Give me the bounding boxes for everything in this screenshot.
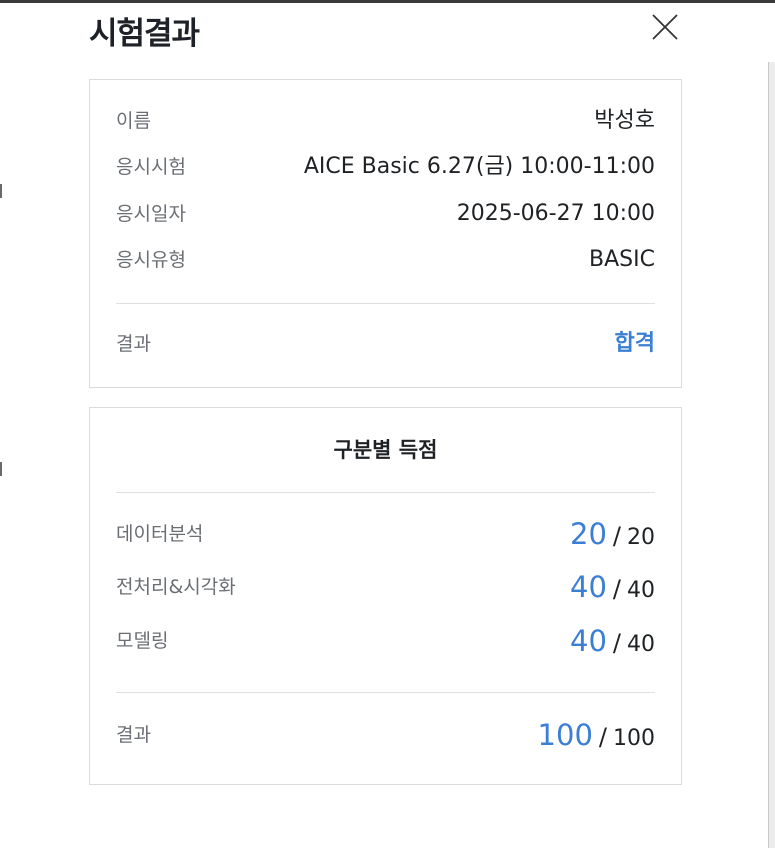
- total-score-value: 100/100: [538, 718, 655, 757]
- background-edge-mark: [0, 462, 2, 476]
- background-edge-mark: [0, 184, 2, 198]
- info-value: 박성호: [594, 108, 655, 133]
- scrollbar-track[interactable]: [768, 62, 775, 848]
- window-top-border: [0, 0, 775, 3]
- score-category-label: 데이터분석: [116, 523, 204, 545]
- score-value: 40/40: [570, 624, 655, 663]
- info-value: AICE Basic 6.27(금) 10:00-11:00: [303, 154, 655, 179]
- score-separator: /: [612, 629, 621, 657]
- divider: [116, 692, 655, 693]
- score-earned: 40: [570, 624, 607, 658]
- score-total-row: 결과 100/100: [116, 718, 655, 752]
- score-panel: 구분별 득점 데이터분석 20/20 전처리&시각화 40/40 모델링 40/…: [89, 407, 682, 785]
- score-value: 20/20: [570, 517, 655, 556]
- info-row-type: 응시유형 BASIC: [116, 245, 655, 275]
- score-section-title: 구분별 득점: [333, 438, 438, 462]
- score-row: 전처리&시각화 40/40: [116, 570, 655, 604]
- info-value: BASIC: [589, 247, 655, 272]
- score-row: 모델링 40/40: [116, 624, 655, 658]
- result-label: 결과: [116, 333, 151, 355]
- divider: [116, 303, 655, 304]
- info-row-result: 결과 합격: [116, 329, 655, 359]
- score-separator: /: [598, 723, 607, 751]
- exam-result-modal: 시험결과 이름 박성호 응시시험 AICE Basic 6.27(금) 10:0…: [0, 0, 775, 848]
- exam-info-panel: 이름 박성호 응시시험 AICE Basic 6.27(금) 10:00-11:…: [89, 79, 682, 388]
- info-row-exam: 응시시험 AICE Basic 6.27(금) 10:00-11:00: [116, 152, 655, 182]
- info-label: 이름: [116, 110, 151, 132]
- score-separator: /: [612, 575, 621, 603]
- modal-title: 시험결과: [89, 16, 200, 52]
- score-row: 데이터분석 20/20: [116, 517, 655, 551]
- score-separator: /: [612, 522, 621, 550]
- info-label: 응시시험: [116, 156, 186, 178]
- info-value: 2025-06-27 10:00: [456, 201, 655, 226]
- info-label: 응시유형: [116, 249, 186, 271]
- score-category-label: 전처리&시각화: [116, 576, 236, 598]
- total-label: 결과: [116, 724, 151, 746]
- info-row-name: 이름 박성호: [116, 106, 655, 136]
- score-category-label: 모델링: [116, 630, 169, 652]
- score-earned: 40: [570, 570, 607, 604]
- pass-status: 합격: [614, 331, 655, 356]
- close-icon: [652, 14, 678, 40]
- score-max: 20: [627, 525, 655, 550]
- divider: [116, 492, 655, 493]
- score-max: 40: [627, 632, 655, 657]
- close-button[interactable]: [650, 12, 680, 42]
- score-value: 40/40: [570, 570, 655, 609]
- score-earned: 20: [570, 517, 607, 551]
- total-max: 100: [613, 726, 655, 751]
- total-earned: 100: [537, 718, 593, 752]
- score-max: 40: [627, 578, 655, 603]
- info-label: 응시일자: [116, 203, 186, 225]
- info-row-date: 응시일자 2025-06-27 10:00: [116, 199, 655, 229]
